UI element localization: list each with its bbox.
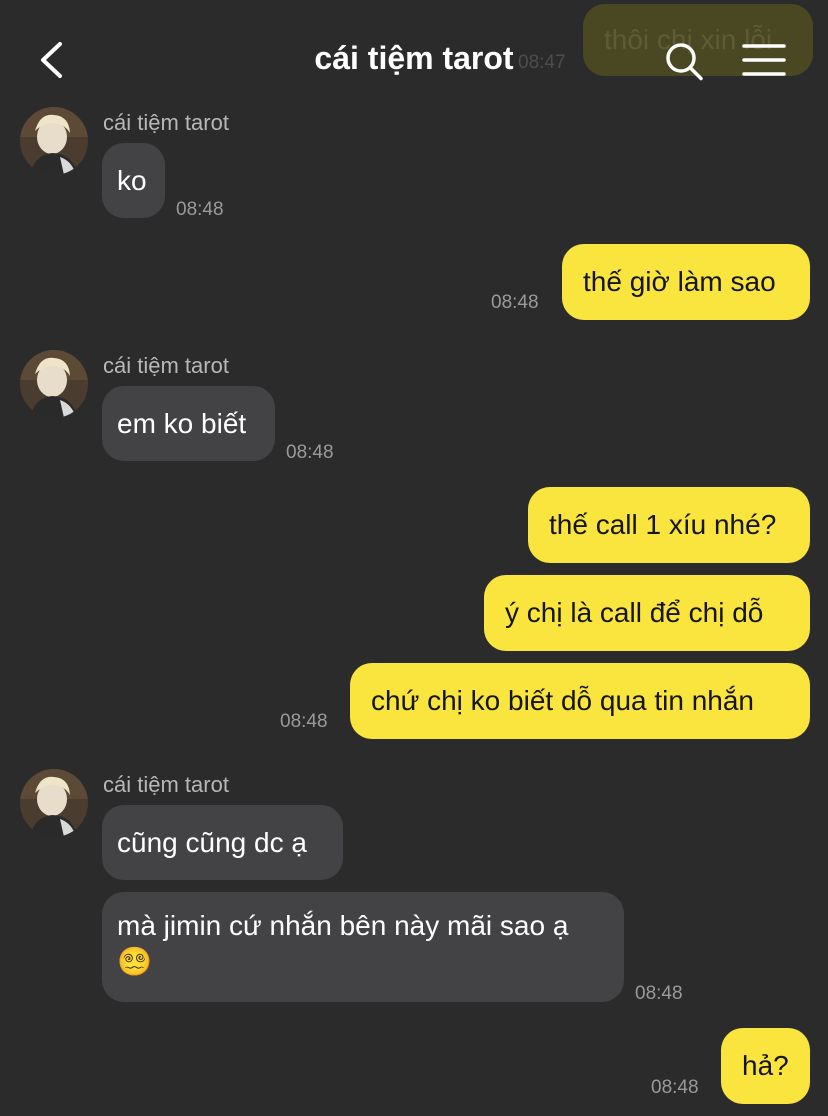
sender-name: cái tiệm tarot xyxy=(103,772,229,797)
avatar[interactable] xyxy=(20,350,88,418)
incoming-message-bubble[interactable]: cũng cũng dc ạ xyxy=(102,805,343,880)
avatar[interactable] xyxy=(20,107,88,175)
avatar[interactable] xyxy=(20,769,88,837)
incoming-message-bubble[interactable]: mà jimin cứ nhắn bên này mãi sao ạ 😵‍💫 xyxy=(102,892,624,1002)
outgoing-message-bubble[interactable]: chứ chị ko biết dỗ qua tin nhắn xyxy=(350,663,810,739)
message-timestamp: 08:48 xyxy=(491,292,539,313)
sender-name: cái tiệm tarot xyxy=(103,110,229,135)
message-timestamp: 08:48 xyxy=(176,199,224,220)
dizzy-face-emoji: 😵‍💫 xyxy=(117,946,152,977)
outgoing-message-bubble[interactable]: ý chị là call để chị dỗ xyxy=(484,575,810,651)
search-icon xyxy=(666,43,703,81)
menu-button[interactable] xyxy=(740,42,788,82)
outgoing-message-bubble[interactable]: thế call 1 xíu nhé? xyxy=(528,487,810,563)
message-timestamp: 08:48 xyxy=(635,983,683,1004)
outgoing-message-bubble[interactable]: thế giờ làm sao xyxy=(562,244,810,320)
profile-photo xyxy=(20,350,88,418)
outgoing-message-bubble[interactable]: hả? xyxy=(721,1028,810,1104)
message-text: mà jimin cứ nhắn bên này mãi sao ạ xyxy=(117,910,569,941)
sender-name: cái tiệm tarot xyxy=(103,353,229,378)
message-timestamp: 08:48 xyxy=(651,1077,699,1098)
profile-photo xyxy=(20,107,88,175)
incoming-message-bubble[interactable]: ko xyxy=(102,143,165,218)
search-button[interactable] xyxy=(662,40,706,84)
message-timestamp: 08:48 xyxy=(286,442,334,463)
hamburger-menu-icon xyxy=(742,44,786,76)
incoming-message-bubble[interactable]: em ko biết xyxy=(102,386,275,461)
message-timestamp: 08:48 xyxy=(280,711,328,732)
profile-photo xyxy=(20,769,88,837)
